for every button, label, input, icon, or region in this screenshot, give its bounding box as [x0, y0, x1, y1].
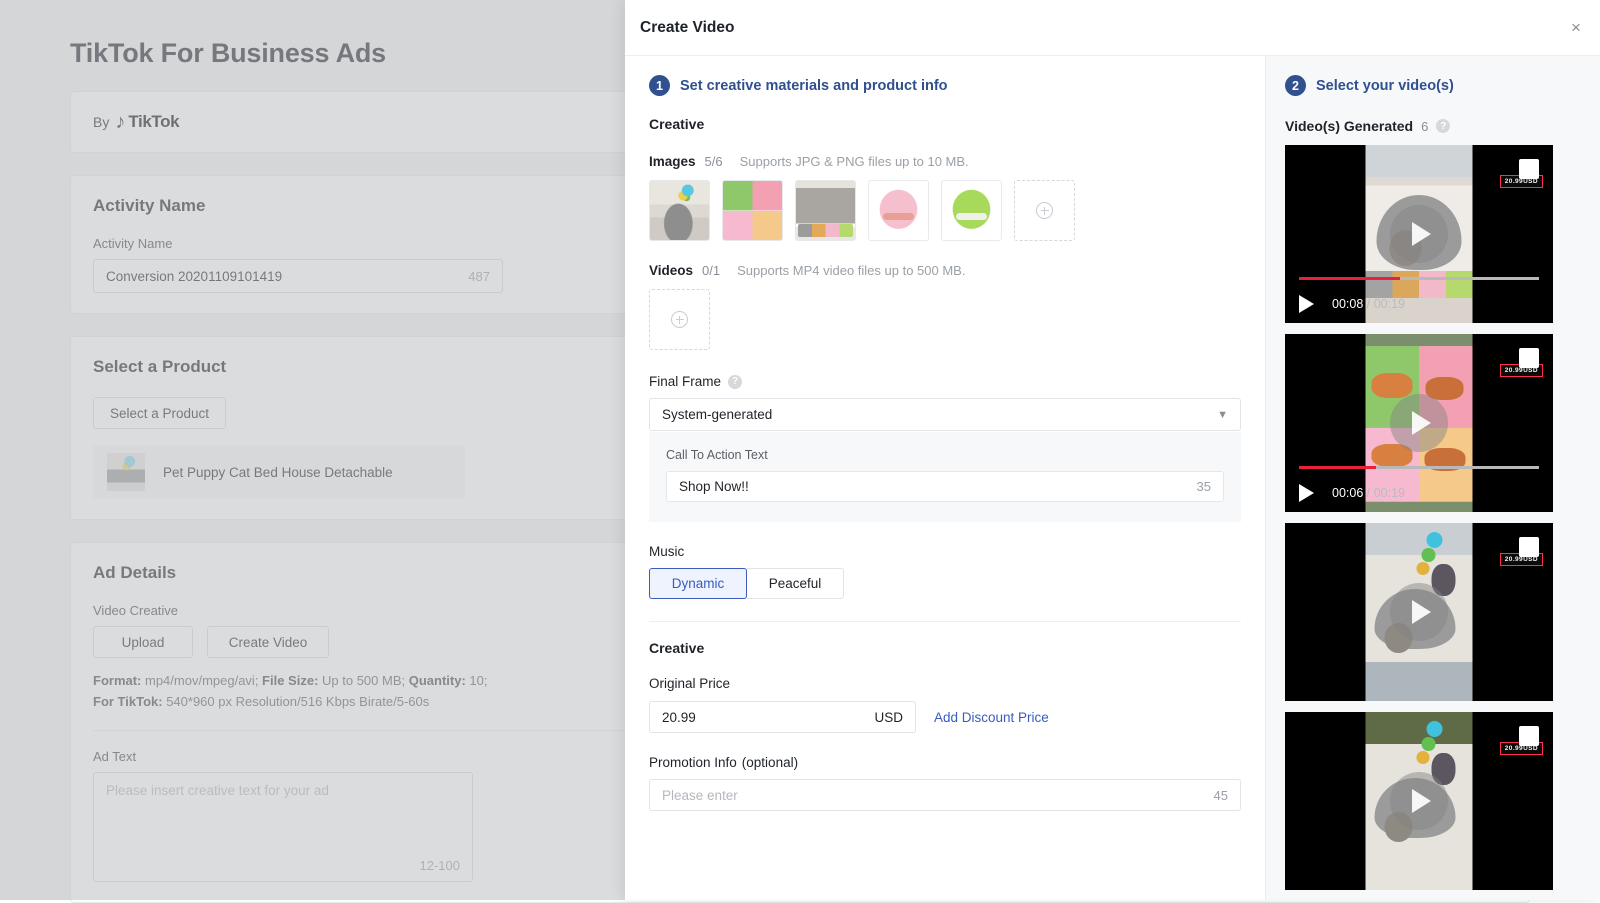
video-select-checkbox[interactable]	[1519, 159, 1539, 179]
section-divider	[649, 621, 1241, 622]
progress-bar[interactable]	[1299, 466, 1539, 469]
modal-header: Create Video ×	[625, 0, 1600, 56]
music-section: Music Dynamic Peaceful	[625, 544, 1265, 622]
image-thumb-2[interactable]	[722, 180, 783, 241]
promotion-info-optional: (optional)	[742, 755, 798, 770]
videos-label: Videos	[649, 263, 693, 278]
question-icon[interactable]: ?	[1436, 119, 1450, 133]
add-video-slot[interactable]	[649, 289, 710, 350]
add-discount-price-link[interactable]: Add Discount Price	[934, 710, 1049, 725]
close-icon[interactable]: ×	[1566, 18, 1586, 38]
videos-generated-label: Video(s) Generated	[1285, 118, 1413, 134]
videos-generated-count: 6	[1421, 119, 1428, 134]
cta-text-value: Shop Now!!	[679, 479, 749, 494]
generated-video-card[interactable]: 20.99USD	[1285, 523, 1553, 701]
creative-section-title: Creative	[649, 116, 1241, 132]
create-video-modal: Create Video × 1 Set creative materials …	[625, 0, 1600, 900]
videos-slot-row	[649, 289, 1241, 350]
video-time: 00:08 / 00:19	[1332, 297, 1405, 311]
cta-text-counter: 35	[1197, 479, 1211, 494]
final-frame-header: Final Frame ?	[649, 374, 1241, 389]
promotion-info-label: Promotion Info	[649, 755, 737, 770]
generated-video-card[interactable]: 20.99USD 00:06 / 00:19	[1285, 334, 1553, 512]
videos-generated-header: Video(s) Generated 6 ?	[1285, 118, 1580, 134]
creative2-section-title: Creative	[649, 640, 1241, 656]
images-label: Images	[649, 154, 696, 169]
video-current-time: 00:08	[1332, 297, 1363, 311]
original-price-row: 20.99 USD Add Discount Price	[649, 701, 1241, 733]
play-overlay-icon[interactable]	[1390, 394, 1448, 452]
plus-icon	[1036, 202, 1053, 219]
step2-header: 2 Select your video(s)	[1285, 75, 1580, 96]
video-controls: 00:08 / 00:19	[1285, 277, 1553, 323]
step1-panel: 1 Set creative materials and product inf…	[625, 56, 1265, 900]
music-label: Music	[649, 544, 1241, 559]
plus-icon	[671, 311, 688, 328]
video-select-checkbox[interactable]	[1519, 537, 1539, 557]
video-select-checkbox[interactable]	[1519, 348, 1539, 368]
videos-field-header: Videos 0/1 Supports MP4 video files up t…	[649, 263, 1241, 278]
videos-ratio: 0/1	[702, 263, 720, 278]
promotion-info-counter: 45	[1214, 788, 1228, 803]
music-option-peaceful[interactable]: Peaceful	[747, 568, 844, 599]
cta-label: Call To Action Text	[666, 448, 1224, 462]
time-separator: /	[1367, 486, 1370, 500]
chevron-down-icon: ▼	[1217, 409, 1228, 421]
modal-title: Create Video	[640, 19, 734, 37]
image-thumb-3[interactable]	[795, 180, 856, 241]
final-frame-label: Final Frame	[649, 374, 721, 389]
final-frame-select[interactable]: System-generated ▼	[649, 398, 1241, 431]
original-price-label: Original Price	[649, 676, 730, 691]
videos-hint: Supports MP4 video files up to 500 MB.	[737, 263, 965, 278]
generated-video-card[interactable]: 20.99USD	[1285, 712, 1553, 890]
question-icon[interactable]: ?	[728, 375, 742, 389]
step2-panel: 2 Select your video(s) Video(s) Generate…	[1265, 56, 1600, 900]
step1-badge: 1	[649, 75, 670, 96]
cta-text-input[interactable]: Shop Now!! 35	[666, 471, 1224, 502]
creative-section-1: Creative Images 5/6 Supports JPG & PNG f…	[625, 116, 1265, 431]
progress-bar[interactable]	[1299, 277, 1539, 280]
promotion-info-placeholder: Please enter	[662, 788, 738, 803]
play-icon[interactable]	[1299, 484, 1314, 502]
progress-fill	[1299, 277, 1400, 280]
step2-title: Select your video(s)	[1316, 78, 1454, 94]
play-overlay-icon[interactable]	[1390, 205, 1448, 263]
step1-header: 1 Set creative materials and product inf…	[625, 56, 1265, 96]
step1-title: Set creative materials and product info	[680, 78, 948, 94]
image-thumb-1[interactable]	[649, 180, 710, 241]
video-current-time: 00:06	[1332, 486, 1363, 500]
original-price-value: 20.99	[662, 710, 696, 725]
promotion-info-header: Promotion Info (optional)	[649, 755, 1241, 770]
add-image-slot[interactable]	[1014, 180, 1075, 241]
music-option-dynamic[interactable]: Dynamic	[649, 568, 747, 599]
images-ratio: 5/6	[705, 154, 723, 169]
images-field-header: Images 5/6 Supports JPG & PNG files up t…	[649, 154, 1241, 169]
video-total-time: 00:19	[1374, 297, 1405, 311]
currency-label: USD	[874, 710, 903, 725]
final-frame-value: System-generated	[662, 407, 772, 422]
images-hint: Supports JPG & PNG files up to 10 MB.	[740, 154, 969, 169]
time-separator: /	[1367, 297, 1370, 311]
image-thumb-5[interactable]	[941, 180, 1002, 241]
original-price-header: Original Price	[649, 676, 1241, 691]
cta-panel: Call To Action Text Shop Now!! 35	[649, 432, 1241, 522]
original-price-input[interactable]: 20.99 USD	[649, 701, 916, 733]
step2-badge: 2	[1285, 75, 1306, 96]
video-time: 00:06 / 00:19	[1332, 486, 1405, 500]
play-overlay-icon[interactable]	[1390, 583, 1448, 641]
play-overlay-icon[interactable]	[1390, 772, 1448, 830]
images-thumb-row	[649, 180, 1241, 241]
promotion-info-input[interactable]: Please enter 45	[649, 779, 1241, 811]
progress-fill	[1299, 466, 1376, 469]
modal-body: 1 Set creative materials and product inf…	[625, 56, 1600, 900]
generated-video-card[interactable]: 20.99USD 00:08 / 00:19	[1285, 145, 1553, 323]
video-controls: 00:06 / 00:19	[1285, 466, 1553, 512]
video-select-checkbox[interactable]	[1519, 726, 1539, 746]
video-total-time: 00:19	[1374, 486, 1405, 500]
creative-section-2: Creative Original Price 20.99 USD Add Di…	[625, 640, 1265, 811]
play-icon[interactable]	[1299, 295, 1314, 313]
cta-wrapper: Call To Action Text Shop Now!! 35	[625, 432, 1265, 522]
music-segmented-control: Dynamic Peaceful	[649, 568, 844, 599]
image-thumb-4[interactable]	[868, 180, 929, 241]
